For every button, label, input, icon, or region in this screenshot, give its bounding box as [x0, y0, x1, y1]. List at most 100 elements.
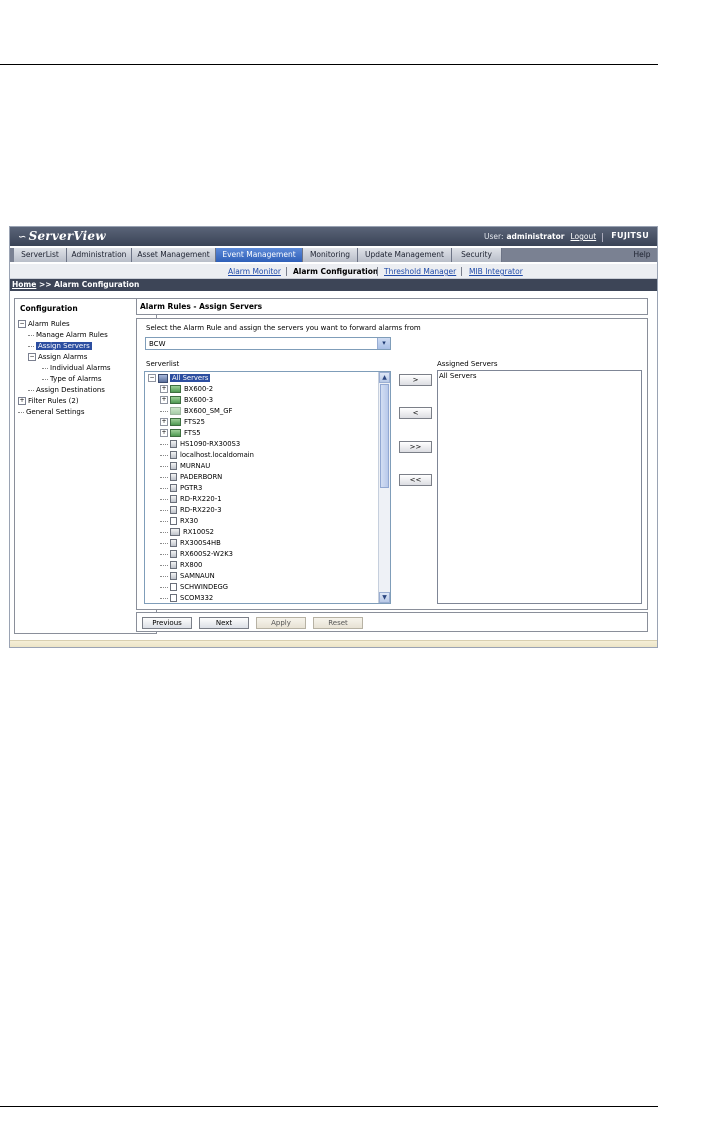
tree-connector: [160, 465, 168, 467]
tab-administration[interactable]: Administration: [67, 248, 132, 262]
remove-all-servers-button[interactable]: <<: [399, 474, 432, 486]
server-row[interactable]: MURNAU: [160, 461, 210, 472]
server-row[interactable]: RD-RX220-3: [160, 505, 222, 516]
tree-individual-alarms[interactable]: Individual Alarms: [42, 363, 111, 373]
tab-security[interactable]: Security: [452, 248, 502, 262]
server-row[interactable]: PADERBORN: [160, 472, 222, 483]
tab-asset-management[interactable]: Asset Management: [132, 248, 216, 262]
server-name: RX100S2: [183, 528, 214, 536]
tree-type-of-alarms[interactable]: Type of Alarms: [42, 374, 102, 384]
tree-manage-alarm-rules[interactable]: Manage Alarm Rules: [28, 330, 108, 340]
server-row[interactable]: localhost.localdomain: [160, 450, 254, 461]
server-icon: [170, 561, 177, 569]
subnav-threshold-manager[interactable]: Threshold Manager: [384, 267, 456, 276]
server-group-icon: [158, 373, 168, 383]
server-name: PGTR3: [180, 484, 203, 492]
server-row[interactable]: + FTS5: [160, 428, 201, 439]
tree-connector: [160, 564, 168, 566]
server-name: All Servers: [170, 374, 211, 382]
server-row[interactable]: SCHWINDEGG: [160, 582, 228, 593]
server-row[interactable]: + BX600-2: [160, 384, 213, 395]
serverlist-scrollbar[interactable]: ▲ ▼: [378, 372, 390, 603]
subnav-divider: [286, 267, 287, 276]
tree-assign-alarms[interactable]: − Assign Alarms: [28, 352, 87, 362]
alarm-rule-select[interactable]: BCW ▾: [145, 337, 391, 350]
server-row[interactable]: RX800: [160, 560, 202, 571]
blade-chassis-icon: [170, 396, 181, 404]
tree-filter-rules[interactable]: + Filter Rules (2): [18, 396, 79, 406]
server-row[interactable]: SCOM332: [160, 593, 213, 603]
add-server-button[interactable]: >: [399, 374, 432, 386]
logout-link[interactable]: Logout: [570, 232, 596, 241]
title-bar: ∽ ServerView User: administrator Logout FUJ…: [10, 227, 657, 246]
user-label: User:: [484, 232, 504, 241]
reset-button[interactable]: Reset: [313, 617, 363, 629]
expand-icon[interactable]: +: [160, 385, 168, 393]
server-row[interactable]: RX100S2: [160, 527, 214, 538]
tab-update-management[interactable]: Update Management: [358, 248, 452, 262]
tree-connector: [160, 487, 168, 489]
tree-connector: [42, 378, 48, 380]
tab-event-management[interactable]: Event Management: [216, 248, 303, 262]
collapse-icon[interactable]: −: [148, 374, 156, 382]
previous-button[interactable]: Previous: [142, 617, 192, 629]
assigned-server-item[interactable]: All Servers: [439, 372, 477, 380]
tree-connector: [28, 389, 34, 391]
tree-assign-servers[interactable]: Assign Servers: [28, 341, 92, 351]
add-all-servers-button[interactable]: >>: [399, 441, 432, 453]
blade-chassis-icon: [170, 429, 181, 437]
tree-general-settings[interactable]: General Settings: [18, 407, 85, 417]
server-name: RD-RX220-1: [180, 495, 222, 503]
tree-connector: [160, 575, 168, 577]
serverview-window: ∽ ServerView User: administrator Logout FUJ…: [9, 226, 658, 648]
expand-icon[interactable]: +: [160, 429, 168, 437]
server-row[interactable]: RX600S2-W2K3: [160, 549, 233, 560]
tree-connector: [28, 345, 34, 347]
server-row[interactable]: BX600_SM_GF: [160, 406, 232, 417]
server-row[interactable]: + BX600-3: [160, 395, 213, 406]
subnav-mib-integrator[interactable]: MIB Integrator: [469, 267, 523, 276]
next-button[interactable]: Next: [199, 617, 249, 629]
tree-assign-destinations[interactable]: Assign Destinations: [28, 385, 105, 395]
server-name: localhost.localdomain: [180, 451, 254, 459]
breadcrumb-home-link[interactable]: Home: [12, 280, 36, 289]
help-link[interactable]: Help: [627, 248, 657, 262]
server-icon: [170, 572, 177, 580]
assigned-servers-list[interactable]: All Servers: [437, 370, 642, 604]
server-row[interactable]: HS1090-RX300S3: [160, 439, 240, 450]
server-row[interactable]: PGTR3: [160, 483, 202, 494]
server-row[interactable]: RD-RX220-1: [160, 494, 222, 505]
expand-icon[interactable]: +: [160, 418, 168, 426]
subnav-alarm-monitor[interactable]: Alarm Monitor: [228, 267, 281, 276]
chevron-down-icon[interactable]: ▾: [377, 338, 390, 349]
scroll-up-icon[interactable]: ▲: [379, 372, 390, 383]
apply-button[interactable]: Apply: [256, 617, 306, 629]
remove-server-button[interactable]: <: [399, 407, 432, 419]
tree-label: Assign Alarms: [38, 353, 88, 361]
server-icon: [170, 539, 177, 547]
server-name: SCHWINDEGG: [180, 583, 229, 591]
expand-icon[interactable]: +: [18, 397, 26, 405]
tree-alarm-rules[interactable]: − Alarm Rules: [18, 319, 70, 329]
tab-monitoring[interactable]: Monitoring: [303, 248, 358, 262]
scrollbar-thumb[interactable]: [380, 384, 389, 488]
scroll-down-icon[interactable]: ▼: [379, 592, 390, 603]
server-icon: [170, 462, 177, 470]
collapse-icon[interactable]: −: [28, 353, 36, 361]
collapse-icon[interactable]: −: [18, 320, 26, 328]
sub-navigation: Alarm Monitor Alarm Configuration Thresh…: [10, 264, 657, 279]
server-name: RX600S2-W2K3: [180, 550, 233, 558]
server-name: HS1090-RX300S3: [180, 440, 241, 448]
breadcrumb-current: >> Alarm Configuration: [36, 280, 140, 289]
expand-icon[interactable]: +: [160, 396, 168, 404]
server-row[interactable]: + FTS25: [160, 417, 205, 428]
server-row[interactable]: RX30: [160, 516, 198, 527]
assigned-servers-label: Assigned Servers: [437, 360, 498, 368]
tab-serverlist[interactable]: ServerList: [14, 248, 67, 262]
server-icon: [170, 495, 177, 503]
breadcrumb: Home >> Alarm Configuration: [10, 279, 657, 291]
server-row[interactable]: − All Servers: [148, 373, 211, 384]
server-row[interactable]: RX300S4HB: [160, 538, 221, 549]
server-row[interactable]: SAMNAUN: [160, 571, 215, 582]
serverlist-tree[interactable]: − All Servers + BX600-2 + BX600-3 BX600_SM_…: [144, 371, 391, 604]
